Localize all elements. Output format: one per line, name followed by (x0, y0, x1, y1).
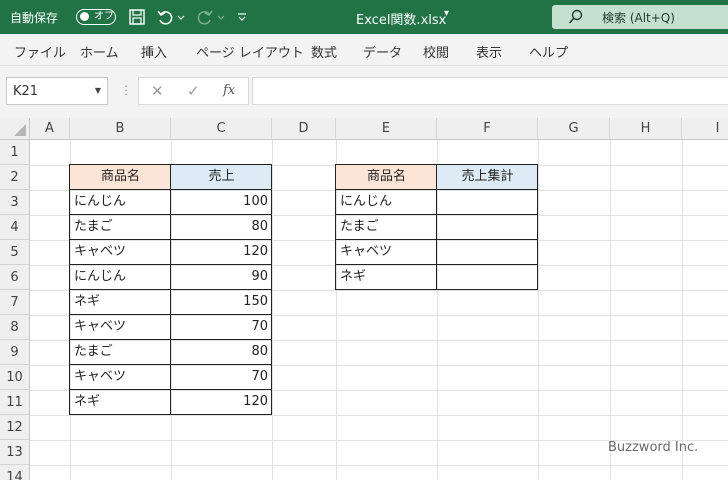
cancel-icon[interactable]: ✕ (151, 82, 164, 100)
row-header-6[interactable]: 6 (0, 265, 30, 290)
column-header-g[interactable]: G (538, 118, 610, 140)
column-header-b[interactable]: B (70, 118, 171, 140)
column-header-c[interactable]: C (171, 118, 272, 140)
more-options-icon[interactable]: ⋮ (120, 83, 132, 97)
tab-page-layout[interactable]: ページ レイアウト (196, 42, 304, 61)
name-box-value: K21 (13, 84, 39, 99)
column-header-e[interactable]: E (336, 118, 437, 140)
autosave-state: オフ (94, 11, 114, 22)
undo-dropdown-icon[interactable] (176, 8, 186, 26)
table1-borders (69, 164, 272, 415)
gridline (682, 140, 683, 480)
undo-icon[interactable] (156, 8, 174, 26)
name-box[interactable]: K21 ▼ (6, 77, 108, 105)
tab-data[interactable]: データ (363, 42, 402, 61)
chevron-down-icon[interactable]: ▼ (95, 86, 101, 95)
formula-input[interactable] (252, 77, 728, 105)
tab-review[interactable]: 校閲 (423, 42, 449, 61)
spreadsheet-grid[interactable]: A B C D E F G H I 1 2 3 4 5 6 7 8 9 10 1… (0, 118, 728, 480)
gridline (610, 140, 611, 480)
row-header-14[interactable]: 14 (0, 465, 30, 480)
tab-view[interactable]: 表示 (476, 42, 502, 61)
enter-icon[interactable]: ✓ (187, 82, 200, 100)
formula-buttons: ✕ ✓ fx (138, 77, 249, 105)
row-header-9[interactable]: 9 (0, 340, 30, 365)
table2-borders (335, 164, 538, 290)
toggle-knob (80, 12, 89, 21)
redo-icon[interactable] (196, 8, 214, 26)
search-placeholder: 検索 (Alt+Q) (602, 11, 675, 25)
column-header-d[interactable]: D (272, 118, 336, 140)
row-header-12[interactable]: 12 (0, 415, 30, 440)
row-header-8[interactable]: 8 (0, 315, 30, 340)
tab-file[interactable]: ファイル (14, 42, 66, 61)
column-header-i[interactable]: I (682, 118, 728, 140)
row-header-7[interactable]: 7 (0, 290, 30, 315)
row-header-1[interactable]: 1 (0, 140, 30, 165)
select-all-button[interactable] (0, 118, 30, 140)
autosave-toggle[interactable]: オフ (76, 9, 116, 25)
tab-home[interactable]: ホーム (80, 42, 119, 61)
search-icon (568, 9, 583, 24)
watermark: Buzzword Inc. (608, 440, 699, 455)
customize-toolbar-icon[interactable] (236, 8, 248, 26)
title-bar: 自動保存 オフ Excel関数.xlsx ▾ 検索 (Alt+Q) (0, 0, 728, 34)
insert-function-icon[interactable]: fx (223, 83, 235, 98)
formula-bar-area: K21 ▼ ⋮ ✕ ✓ fx (0, 66, 728, 118)
column-header-h[interactable]: H (610, 118, 682, 140)
autosave-label: 自動保存 (10, 11, 59, 25)
chevron-down-icon[interactable]: ▾ (444, 8, 449, 19)
tab-formulas[interactable]: 数式 (311, 42, 337, 61)
row-header-13[interactable]: 13 (0, 440, 30, 465)
tab-help[interactable]: ヘルプ (529, 42, 568, 61)
document-title[interactable]: Excel関数.xlsx (356, 9, 446, 28)
gridline (30, 465, 728, 466)
tab-insert[interactable]: 挿入 (141, 42, 167, 61)
redo-dropdown-icon[interactable] (216, 8, 226, 26)
row-header-3[interactable]: 3 (0, 190, 30, 215)
ribbon-tabs: ファイル ホーム 挿入 ページ レイアウト 数式 データ 校閲 表示 ヘルプ (0, 34, 728, 66)
row-header-4[interactable]: 4 (0, 215, 30, 240)
column-header-f[interactable]: F (437, 118, 538, 140)
save-icon[interactable] (128, 8, 146, 26)
search-box[interactable]: 検索 (Alt+Q) (552, 5, 728, 29)
row-header-11[interactable]: 11 (0, 390, 30, 415)
row-header-2[interactable]: 2 (0, 165, 30, 190)
row-header-5[interactable]: 5 (0, 240, 30, 265)
column-header-a[interactable]: A (30, 118, 70, 140)
row-header-10[interactable]: 10 (0, 365, 30, 390)
